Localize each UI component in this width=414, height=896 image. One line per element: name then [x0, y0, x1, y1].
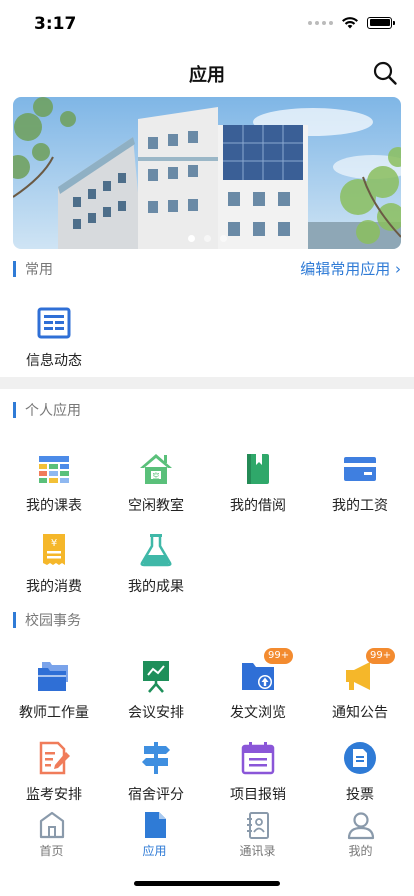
app-label: 我的消费	[26, 579, 82, 595]
app-label: 我的工资	[332, 498, 388, 514]
search-icon[interactable]	[372, 60, 398, 86]
page-title: 应用	[189, 65, 225, 86]
tab-bar: 首页 应用 通讯录 我的	[0, 806, 414, 866]
contacts-icon	[247, 812, 269, 839]
battery-icon	[367, 16, 395, 29]
app-free-classroom[interactable]: 空 空闲教室	[106, 451, 206, 521]
section-marker	[13, 261, 16, 277]
app-label: 教师工作量	[19, 705, 89, 721]
app-label: 我的成果	[128, 579, 184, 595]
folders-icon	[38, 662, 68, 691]
book-icon	[247, 454, 269, 484]
status-time: 3:17	[34, 14, 77, 34]
tab-label: 应用	[142, 844, 167, 858]
app-label: 我的借阅	[230, 498, 286, 514]
app-label: 空闲教室	[128, 498, 184, 514]
tab-apps[interactable]: 应用	[103, 806, 206, 862]
status-bar: 3:17	[0, 0, 414, 50]
signal-icon	[308, 20, 333, 25]
banner-dot[interactable]	[203, 235, 211, 242]
app-label: 会议安排	[128, 705, 184, 721]
app-my-borrowing[interactable]: 我的借阅	[208, 451, 308, 521]
vote-icon	[344, 742, 376, 774]
calendar-icon	[241, 742, 275, 775]
app-meeting-schedule[interactable]: 会议安排	[106, 658, 206, 728]
section-title: 校园事务	[25, 613, 81, 629]
app-label: 我的课表	[26, 498, 82, 514]
app-label: 宿舍评分	[128, 787, 184, 803]
tab-profile[interactable]: 我的	[309, 806, 412, 862]
app-label: 监考安排	[26, 787, 82, 803]
classroom-icon: 空	[140, 454, 172, 484]
flask-icon	[140, 534, 172, 567]
app-label: 通知公告	[332, 705, 388, 721]
svg-text:空: 空	[153, 471, 160, 480]
home-icon	[39, 811, 65, 839]
exam-edit-icon	[39, 741, 70, 775]
app-label: 信息动态	[26, 353, 82, 369]
presentation-icon	[143, 661, 169, 693]
wifi-icon	[342, 17, 358, 29]
personal-section-header: 个人应用	[13, 400, 401, 420]
profile-icon	[347, 812, 375, 840]
banner-image	[13, 97, 401, 249]
signpost-icon	[142, 742, 170, 774]
tab-home[interactable]: 首页	[0, 806, 103, 862]
edit-common-apps-link[interactable]: 编辑常用应用 ›	[300, 258, 401, 279]
app-label: 投票	[346, 787, 374, 803]
unread-badge: 99+	[264, 648, 294, 664]
section-marker	[13, 612, 16, 628]
banner-dot[interactable]	[219, 235, 227, 242]
app-dorm-rating[interactable]: 宿舍评分	[106, 740, 206, 810]
timetable-icon	[39, 456, 69, 483]
app-label: 发文浏览	[230, 705, 286, 721]
app-my-timetable[interactable]: 我的课表	[4, 451, 104, 521]
nav-bar: 应用	[0, 50, 414, 94]
app-notice[interactable]: 99+ 通知公告	[310, 648, 410, 728]
salary-card-icon	[344, 457, 376, 481]
app-vote[interactable]: 投票	[310, 740, 410, 810]
app-exam-proctoring[interactable]: 监考安排	[4, 740, 104, 810]
tab-contacts[interactable]: 通讯录	[206, 806, 309, 862]
app-my-achievements[interactable]: 我的成果	[106, 532, 206, 602]
app-label: 项目报销	[230, 787, 286, 803]
banner-carousel[interactable]	[13, 97, 401, 249]
section-marker	[13, 402, 16, 418]
app-info-news[interactable]: 信息动态	[4, 306, 104, 376]
status-icons	[308, 16, 395, 29]
svg-text:¥: ¥	[51, 538, 57, 549]
tab-label: 通讯录	[239, 844, 276, 858]
app-project-reimbursement[interactable]: 项目报销	[208, 740, 308, 810]
section-divider	[0, 377, 414, 389]
apps-doc-icon	[145, 812, 166, 838]
app-my-salary[interactable]: 我的工资	[310, 451, 410, 521]
receipt-icon: ¥	[43, 534, 65, 565]
app-document-browse[interactable]: 99+ 发文浏览	[208, 648, 308, 728]
tab-label: 首页	[39, 844, 64, 858]
banner-pagination[interactable]	[13, 235, 401, 242]
home-indicator[interactable]	[134, 881, 280, 886]
section-title: 个人应用	[25, 403, 81, 419]
app-teacher-workload[interactable]: 教师工作量	[4, 658, 104, 728]
campus-section-header: 校园事务	[13, 610, 401, 630]
section-title: 常用	[25, 262, 53, 278]
tab-label: 我的	[348, 844, 373, 858]
banner-dot[interactable]	[187, 235, 195, 242]
unread-badge: 99+	[366, 648, 396, 664]
app-my-consumption[interactable]: ¥ 我的消费	[4, 532, 104, 602]
news-icon	[37, 307, 71, 339]
common-section-header: 常用 编辑常用应用 ›	[13, 259, 401, 279]
